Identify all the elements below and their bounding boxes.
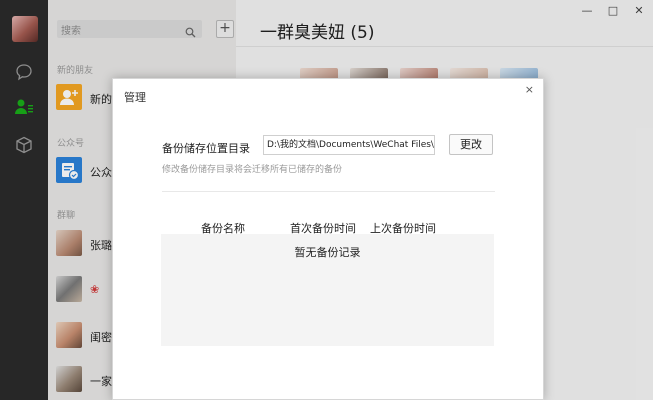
list-item-name: 张璐: [90, 239, 112, 252]
search-input[interactable]: 搜索: [57, 20, 202, 38]
search-bar: 搜索 +: [57, 20, 248, 38]
user-avatar[interactable]: [12, 16, 38, 42]
storage-hint: 修改备份储存目录将会迁移所有已储存的备份: [162, 165, 343, 175]
chat-bubble-icon[interactable]: [14, 62, 34, 82]
section-official-accounts: 公众号: [57, 139, 85, 149]
minimize-button[interactable]: —: [577, 4, 597, 17]
section-group-chats: 群聊: [57, 211, 76, 221]
new-friends-icon: [56, 84, 82, 110]
group-avatar: [56, 276, 82, 302]
contacts-icon[interactable]: [14, 97, 34, 117]
list-item-name: 新的: [90, 93, 112, 106]
header-divider: [236, 46, 653, 47]
list-item-name: 一家: [90, 375, 112, 388]
list-item-name: 闺密: [90, 331, 112, 344]
list-item-name: 公众: [90, 166, 112, 179]
official-account-icon: [56, 157, 82, 183]
storage-path-field[interactable]: D:\我的文档\Documents\WeChat Files\: [263, 135, 435, 155]
maximize-button[interactable]: □: [603, 4, 623, 17]
flower-icon: ❀: [90, 283, 100, 296]
group-avatar: [56, 322, 82, 348]
empty-state-text: 暂无备份记录: [294, 246, 361, 259]
backup-manage-dialog: 管理 × 备份储存位置目录 D:\我的文档\Documents\WeChat F…: [112, 78, 544, 400]
backup-table-body: 暂无备份记录: [161, 234, 494, 346]
change-button[interactable]: 更改: [449, 134, 493, 155]
storage-location-label: 备份储存位置目录: [162, 142, 250, 155]
dialog-title: 管理: [124, 91, 146, 104]
chat-title: 一群臭美妞 (5): [260, 23, 375, 43]
cube-icon[interactable]: [14, 135, 34, 155]
search-placeholder: 搜索: [61, 26, 81, 37]
close-window-button[interactable]: ✕: [629, 4, 649, 17]
search-icon[interactable]: [185, 23, 196, 42]
group-avatar: [56, 230, 82, 256]
section-new-friends: 新的朋友: [57, 66, 94, 76]
left-sidebar: [0, 0, 48, 400]
plus-icon[interactable]: +: [216, 20, 234, 38]
close-icon[interactable]: ×: [525, 83, 534, 96]
group-avatar: [56, 366, 82, 392]
divider: [162, 191, 495, 192]
